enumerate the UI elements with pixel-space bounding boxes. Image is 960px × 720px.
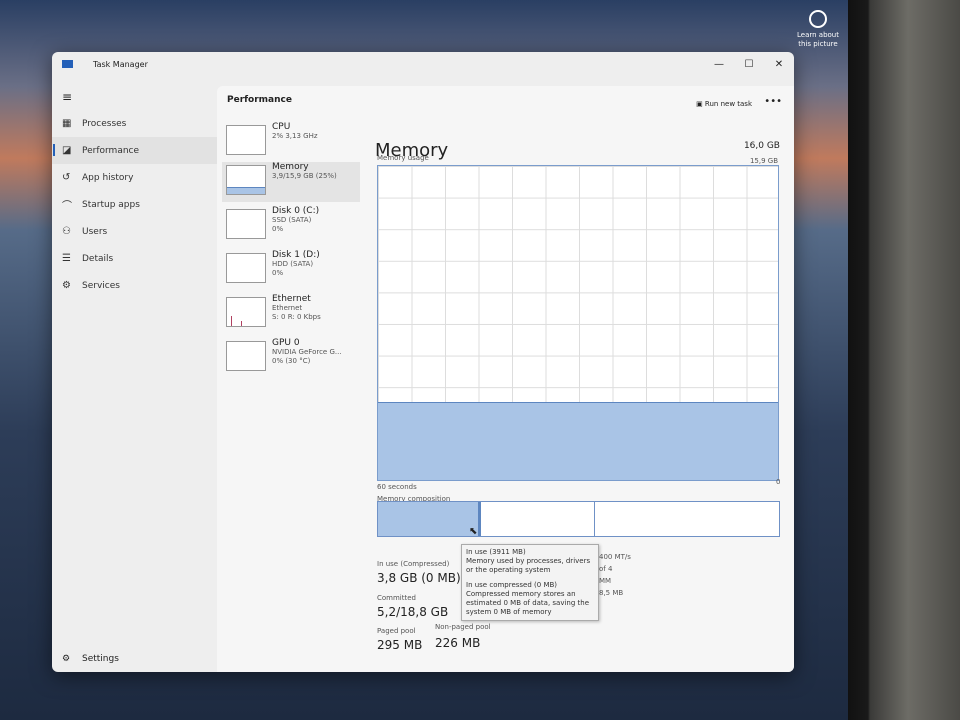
in-use-value: 3,8 GB (0 MB): [377, 571, 461, 585]
device-detail: SSD (SATA): [272, 216, 312, 224]
slots-value: of 4: [599, 565, 613, 573]
sidebar-item-processes[interactable]: ▦ Processes: [52, 110, 217, 137]
free-segment[interactable]: [595, 502, 779, 536]
history-icon: ↺: [62, 172, 71, 183]
device-memory[interactable]: Memory 3,9/15,9 GB (25%): [222, 162, 360, 202]
nav-label: Processes: [82, 118, 127, 129]
settings-button[interactable]: ⚙ Settings: [62, 654, 119, 664]
more-options-button[interactable]: •••: [764, 96, 782, 107]
title-bar: Task Manager — ☐ ✕: [52, 52, 794, 76]
performance-panel: Performance ▣ Run new task ••• CPU 2% 3,1…: [217, 86, 794, 672]
device-detail: NVIDIA GeForce G...: [272, 348, 342, 356]
device-name: Ethernet: [272, 294, 311, 304]
sidebar-item-details[interactable]: ☰ Details: [52, 245, 217, 272]
disk-thumbnail: [226, 253, 266, 283]
sidebar-item-services[interactable]: ⚙ Services: [52, 272, 217, 299]
tooltip-compressed-desc: Compressed memory stores an estimated 0 …: [466, 590, 590, 616]
paged-pool-value: 295 MB: [377, 638, 423, 652]
nav-label: App history: [82, 172, 134, 183]
memory-thumbnail: [226, 165, 266, 195]
device-usage: 0%: [272, 225, 284, 233]
device-detail: Ethernet: [272, 304, 303, 312]
monitor-bezel: [848, 0, 960, 720]
run-task-icon: ▣: [696, 100, 705, 108]
standby-segment[interactable]: [481, 502, 595, 536]
sidebar-item-startup-apps[interactable]: ⌒ Startup apps: [52, 191, 217, 218]
memory-usage-graph: [377, 165, 779, 481]
sidebar: ≡ ▦ Processes ◪ Performance ↺ App history ⌒…: [52, 76, 217, 672]
reserved-value: 8,5 MB: [599, 589, 624, 597]
device-name: GPU 0: [272, 338, 300, 348]
gear-icon: ⚙: [62, 654, 71, 664]
zero-label: 0: [776, 478, 781, 486]
device-cpu[interactable]: CPU 2% 3,13 GHz: [222, 122, 360, 162]
sidebar-item-app-history[interactable]: ↺ App history: [52, 164, 217, 191]
device-usage: 0%: [272, 269, 284, 277]
task-manager-icon: [62, 60, 73, 68]
usage-max: 15,9 GB: [749, 157, 778, 165]
committed-label: Committed: [377, 594, 416, 602]
settings-label: Settings: [82, 654, 119, 664]
device-disk-0[interactable]: Disk 0 (C:) SSD (SATA) 0%: [222, 206, 360, 246]
learn-label: Learn about this picture: [797, 31, 839, 48]
details-icon: ☰: [62, 253, 71, 264]
speed-value: 400 MT/s: [599, 553, 631, 561]
run-new-task-button[interactable]: ▣ Run new task: [696, 100, 752, 108]
device-name: Memory: [272, 162, 309, 172]
performance-icon: ◪: [62, 145, 72, 156]
startup-icon: ⌒: [62, 201, 72, 212]
nav-label: Performance: [82, 145, 140, 156]
sidebar-item-users[interactable]: ⚇ Users: [52, 218, 217, 245]
nav-label: Startup apps: [82, 199, 140, 210]
device-name: Disk 1 (D:): [272, 250, 320, 260]
in-use-segment[interactable]: [378, 502, 481, 536]
composition-tooltip: In use (3911 MB) Memory used by processe…: [461, 544, 599, 621]
window-title: Task Manager: [93, 59, 148, 69]
form-factor-value: MM: [599, 577, 612, 585]
run-task-label: Run new task: [704, 100, 752, 108]
mouse-cursor-icon: ⬉: [469, 526, 478, 537]
users-icon: ⚇: [62, 226, 71, 237]
device-disk-1[interactable]: Disk 1 (D:) HDD (SATA) 0%: [222, 250, 360, 290]
non-paged-pool-label: Non-paged pool: [435, 623, 491, 631]
device-gpu[interactable]: GPU 0 NVIDIA GeForce G... 0% (30 °C): [222, 338, 360, 378]
time-label: 60 seconds: [377, 483, 417, 491]
ethernet-thumbnail: [226, 297, 266, 327]
device-usage: 0% (30 °C): [272, 357, 311, 365]
memory-usage-fill: [378, 401, 778, 480]
processes-icon: ▦: [62, 118, 72, 129]
memory-composition-bar[interactable]: [377, 501, 780, 537]
camera-icon: [809, 10, 827, 28]
gpu-thumbnail: [226, 341, 266, 371]
sidebar-item-performance[interactable]: ◪ Performance: [52, 137, 217, 164]
device-name: CPU: [272, 122, 291, 132]
device-detail: HDD (SATA): [272, 260, 314, 268]
tooltip-compressed: In use compressed (0 MB): [466, 581, 558, 589]
device-detail: 2% 3,13 GHz: [272, 132, 318, 140]
in-use-label: In use (Compressed): [377, 560, 450, 568]
nav-label: Services: [82, 280, 120, 291]
close-button[interactable]: ✕: [764, 59, 794, 70]
learn-about-picture[interactable]: Learn about this picture: [796, 10, 840, 49]
services-icon: ⚙: [62, 280, 71, 291]
maximize-button[interactable]: ☐: [734, 59, 764, 70]
committed-value: 5,2/18,8 GB: [377, 605, 449, 619]
task-manager-window: Task Manager — ☐ ✕ ≡ ▦ Processes ◪ Perform…: [52, 52, 794, 672]
device-ethernet[interactable]: Ethernet Ethernet S: 0 R: 0 Kbps: [222, 294, 360, 334]
usage-label: Memory usage: [377, 154, 429, 162]
disk-thumbnail: [226, 209, 266, 239]
tooltip-in-use: In use (3911 MB): [466, 548, 526, 556]
minimize-button[interactable]: —: [704, 59, 734, 70]
nav-label: Details: [82, 253, 114, 264]
hamburger-menu-icon[interactable]: ≡: [62, 90, 217, 104]
memory-total: 16,0 GB: [743, 141, 780, 151]
tooltip-in-use-desc: Memory used by processes, drivers or the…: [466, 557, 591, 574]
device-usage: S: 0 R: 0 Kbps: [272, 313, 321, 321]
paged-pool-label: Paged pool: [377, 627, 416, 635]
device-detail: 3,9/15,9 GB (25%): [272, 172, 337, 180]
cpu-thumbnail: [226, 125, 266, 155]
non-paged-pool-value: 226 MB: [435, 636, 481, 650]
nav-label: Users: [82, 226, 108, 237]
device-name: Disk 0 (C:): [272, 206, 320, 216]
